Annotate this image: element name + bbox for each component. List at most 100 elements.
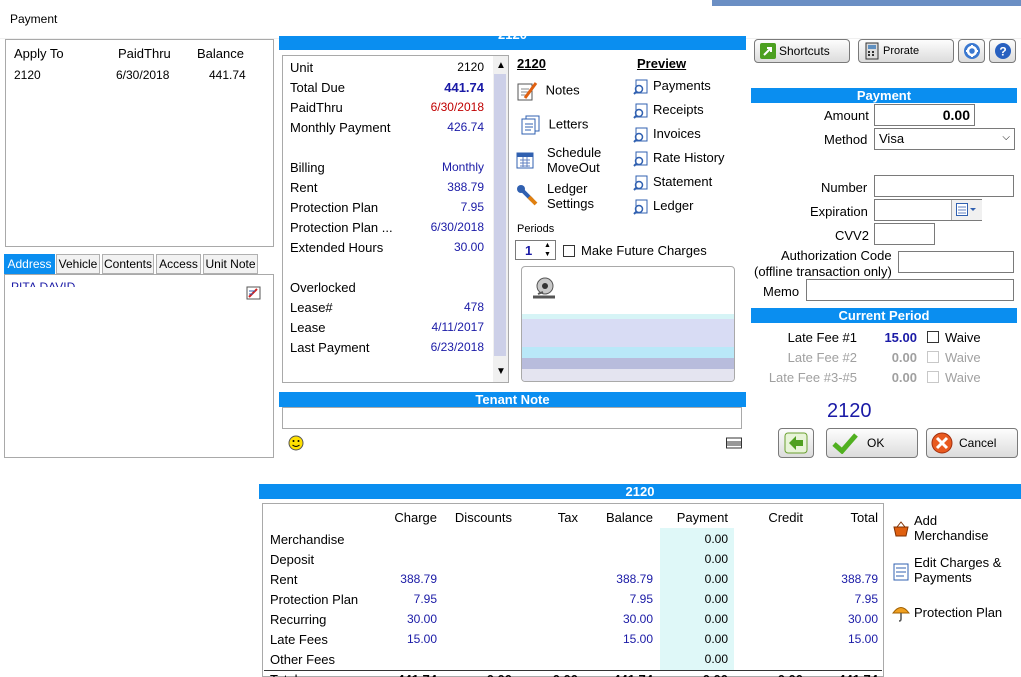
totals-label: Total [270,672,297,677]
preview-item[interactable]: Payments [633,78,711,95]
apply-cell-paid-thru: 6/30/2018 [116,68,170,82]
stepper-up-icon[interactable]: ▲ [544,241,551,250]
scroll-thumb[interactable] [494,74,506,356]
tab-vehicle[interactable]: Vehicle [56,254,100,274]
charges-cell-payment[interactable]: 0.00 [705,632,728,646]
cancel-label: Cancel [959,436,997,450]
add-merchandise-link[interactable]: Add Merchandise [892,513,1017,547]
help-button[interactable]: ? [989,39,1016,63]
unit-info-value: 6/30/2018 [430,100,484,114]
waive-checkbox[interactable] [927,371,939,383]
memo-input[interactable] [806,279,1014,301]
periods-label: Periods [517,223,555,235]
tab-access[interactable]: Access [156,254,201,274]
late-fee-label: Late Fee #3-#5 [768,370,857,385]
charges-cell-balance: 388.79 [616,572,653,586]
help-icon: ? [995,43,1011,59]
charges-cell-payment[interactable]: 0.00 [705,652,728,666]
checkmark-icon [832,433,858,454]
charges-cell-total: 30.00 [847,612,878,626]
scroll-up-icon[interactable]: ▲ [496,60,506,71]
cvv-input[interactable] [874,223,935,245]
unit-label-link[interactable]: 2120 [517,56,546,71]
preview-item[interactable]: Invoices [633,126,701,143]
ledger-settings-link[interactable]: Ledger Settings [516,181,616,213]
waive-checkbox[interactable] [927,331,939,343]
method-select[interactable]: Visa ⌵ [874,128,1015,150]
keyboard-icon[interactable] [726,437,742,452]
preview-item[interactable]: Rate History [633,150,725,167]
charges-cell-payment[interactable]: 0.00 [705,552,728,566]
tenant-note-field[interactable] [282,407,742,429]
tab-address[interactable]: Address [4,254,55,274]
waive-label: Waive [945,330,981,345]
add-merchandise-line1: Add [914,513,938,528]
unit-info-label: Protection Plan ... [290,220,393,235]
calendar-icon [516,152,534,169]
waive-checkbox[interactable] [927,351,939,363]
chevron-down-icon[interactable]: ⌵ [1002,132,1010,143]
charges-cell-payment[interactable]: 0.00 [705,532,728,546]
unit-info-label: Billing [290,160,325,175]
charges-cell-payment[interactable]: 0.00 [705,612,728,626]
periods-stepper[interactable]: 1 ▲ ▼ [515,240,556,260]
expiration-label: Expiration [810,204,868,219]
shortcuts-button[interactable]: Shortcuts [754,39,850,63]
totals-cell-discounts: 0.00 [487,672,512,677]
smiley-icon[interactable] [288,435,304,454]
letters-link[interactable]: Letters [521,115,588,135]
settings-button[interactable] [958,39,985,63]
ok-button[interactable]: OK [826,428,918,458]
apply-header-balance: Balance [197,46,244,61]
expiration-picker-button[interactable] [951,200,982,220]
amount-input[interactable]: 0.00 [874,104,975,126]
charges-column-header: Payment [676,510,728,525]
prorate-button[interactable]: Prorate [858,39,954,63]
protection-plan-label: Protection Plan [914,605,1003,620]
edit-address-icon[interactable] [246,286,261,300]
cancel-button[interactable]: Cancel [926,428,1018,458]
unit-info-panel: Unit 2120 Total Due 441.74 PaidThru 6/30/2018… [282,55,509,383]
auth-code-input[interactable] [898,251,1014,273]
cancel-icon [931,432,953,454]
auth-code-label: Authorization Code [781,248,892,263]
unit-info-label: Extended Hours [290,240,384,255]
expiration-input[interactable] [874,199,982,221]
schedule-moveout-link[interactable]: Schedule MoveOut [516,145,616,177]
unit-info-value: 4/11/2017 [431,320,485,334]
charges-row-name: Late Fees [270,632,328,647]
scroll-down-icon[interactable]: ▼ [496,366,506,377]
memo-label: Memo [763,284,800,299]
unit-info-value: 478 [463,300,484,314]
preview-item[interactable]: Receipts [633,102,704,119]
address-panel: PITA DAVID [4,274,274,458]
tab-contents[interactable]: Contents [102,254,154,274]
edit-charges-link[interactable]: Edit Charges & Payments [892,555,1017,589]
number-input[interactable] [874,175,1014,197]
stepper-down-icon[interactable]: ▼ [544,250,551,259]
back-button[interactable] [778,428,814,458]
charges-cell-charge: 15.00 [406,632,437,646]
charges-cell-payment[interactable]: 0.00 [705,572,728,586]
address-text: PITA DAVID [11,281,75,287]
unit-info-scrollbar[interactable]: ▲ ▼ [493,56,508,382]
preview-item[interactable]: Ledger [633,198,693,215]
charges-cell-balance: 15.00 [622,632,653,646]
unit-info-value: 6/30/2018 [430,220,484,234]
charges-cell-payment[interactable]: 0.00 [705,592,728,606]
edit-charges-line2: Payments [914,570,972,585]
protection-plan-link[interactable]: Protection Plan [892,604,1017,624]
preview-item[interactable]: Statement [633,174,712,191]
waive-label: Waive [945,370,981,385]
make-future-charges-checkbox[interactable] [563,245,575,257]
notes-link[interactable]: Notes [516,80,580,102]
back-arrow-icon [784,432,808,454]
webcam-icon[interactable] [529,275,557,301]
charges-cell-charge: 388.79 [400,572,437,586]
apply-list[interactable]: Apply To PaidThru Balance 2120 6/30/2018… [5,39,274,247]
charges-column-header: Credit [768,510,803,525]
unit-info-value: 441.74 [444,80,484,95]
unit-info-label: Total Due [290,80,345,95]
tab-unit-note[interactable]: Unit Note [203,254,258,274]
magnifier-doc-icon [633,103,648,119]
